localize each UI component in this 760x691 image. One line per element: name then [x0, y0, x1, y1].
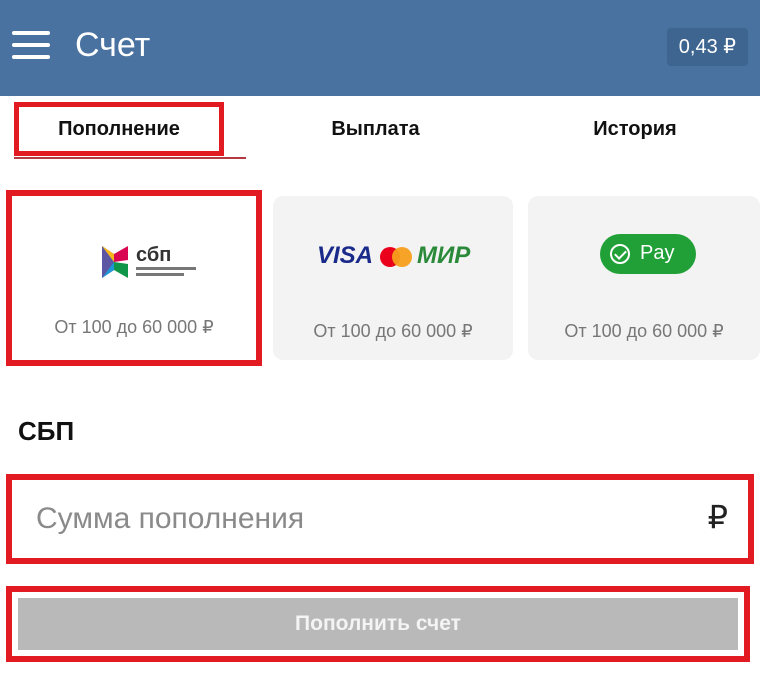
mastercard-icon: [380, 247, 414, 267]
method-range: От 100 до 60 000 ₽: [313, 321, 473, 341]
balance-badge[interactable]: 0,43 ₽: [666, 28, 748, 66]
submit-wrapper: Пополнить счет: [6, 586, 750, 662]
tab-withdrawal[interactable]: Выплата: [268, 102, 483, 156]
tab-deposit[interactable]: Пополнение: [14, 102, 224, 156]
amount-field-wrapper: ₽: [6, 474, 754, 564]
ruble-icon: ₽: [707, 499, 728, 535]
deposit-button[interactable]: Пополнить счет: [18, 598, 738, 650]
sbp-logo: сбп: [100, 242, 210, 286]
menu-icon[interactable]: [12, 30, 50, 60]
section-title: СБП: [18, 416, 75, 446]
tab-history[interactable]: История: [525, 102, 745, 156]
page-title: Счет: [75, 26, 151, 64]
method-card-sberpay[interactable]: Pay От 100 до 60 000 ₽: [528, 196, 760, 360]
active-tab-indicator: [14, 157, 246, 159]
app-header: Счет 0,43 ₽: [0, 0, 760, 96]
amount-input[interactable]: [36, 494, 676, 544]
check-icon: [610, 244, 630, 264]
method-card-visa-mir[interactable]: VISA МИР От 100 до 60 000 ₽: [273, 196, 513, 360]
sberpay-logo: Pay: [600, 234, 696, 274]
method-range: От 100 до 60 000 ₽: [564, 321, 724, 341]
method-range: От 100 до 60 000 ₽: [54, 317, 214, 337]
method-card-sbp[interactable]: сбп От 100 до 60 000 ₽: [6, 190, 262, 366]
visa-mastercard-mir-logo: VISA МИР: [317, 242, 471, 269]
